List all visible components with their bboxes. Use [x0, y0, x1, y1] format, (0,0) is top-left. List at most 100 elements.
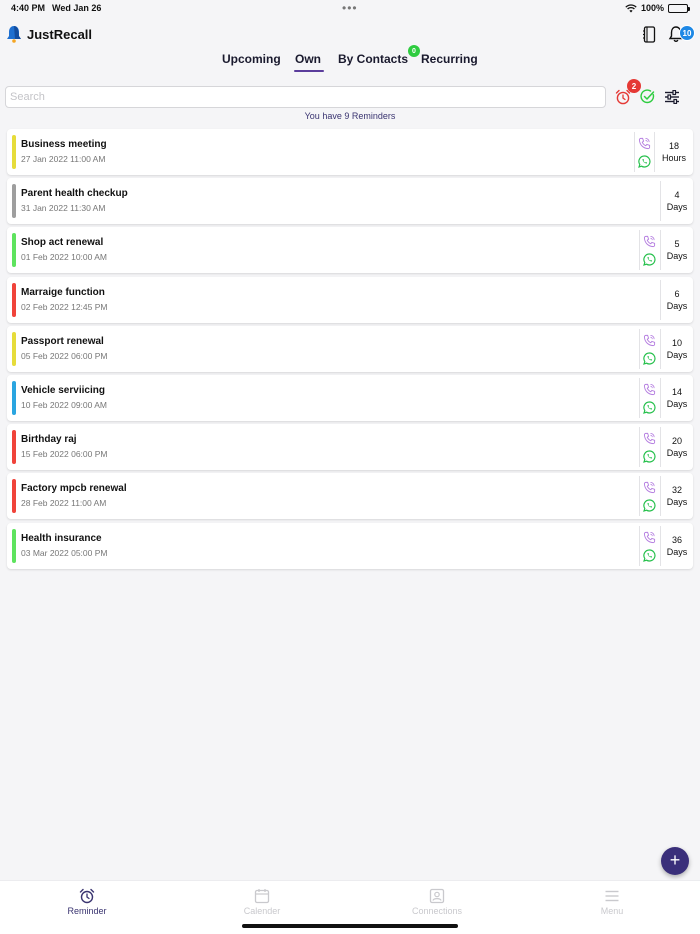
battery-icon — [668, 3, 690, 13]
by-contacts-count-badge: 0 — [408, 45, 420, 57]
whatsapp-icon[interactable] — [643, 352, 656, 365]
reminder-card[interactable]: Vehicle serviicing 10 Feb 2022 09:00 AM 14… — [7, 374, 693, 421]
time-remaining-unit: Days — [666, 251, 688, 262]
app-header: JustRecall 10 — [0, 22, 700, 48]
priority-color-bar — [12, 184, 16, 219]
priority-color-bar — [12, 479, 16, 514]
phone-call-icon[interactable] — [643, 531, 656, 544]
whatsapp-icon[interactable] — [643, 499, 656, 513]
reminder-card[interactable]: Business meeting 27 Jan 2022 11:00 AM 18 Ho… — [7, 129, 693, 175]
time-remaining-value: 36 — [671, 534, 682, 545]
tab-upcoming[interactable]: Upcoming — [222, 52, 281, 66]
reminder-title: Marraige function — [21, 286, 105, 298]
whatsapp-icon[interactable] — [643, 450, 656, 464]
time-remaining-value: 20 — [671, 436, 682, 447]
phone-call-icon[interactable] — [643, 432, 656, 445]
reminder-title: Factory mpcb renewal — [21, 483, 127, 495]
multitasking-dots-icon[interactable]: ••• — [342, 1, 358, 15]
status-time: 4:40 PM — [11, 3, 46, 13]
reminder-datetime: 01 Feb 2022 10:00 AM — [21, 252, 108, 263]
search-input[interactable] — [5, 86, 606, 108]
reminder-card[interactable]: Marraige function 02 Feb 2022 12:45 PM 6 Da… — [7, 276, 693, 323]
time-remaining: 4 Days — [661, 189, 693, 213]
reminder-datetime: 31 Jan 2022 11:30 AM — [21, 203, 106, 214]
priority-color-bar — [12, 430, 16, 465]
whatsapp-icon[interactable] — [643, 253, 656, 267]
completed-check-icon[interactable] — [640, 89, 655, 104]
battery-percent: 100% — [640, 3, 664, 13]
time-remaining-unit: Days — [666, 202, 688, 213]
nav-calendar[interactable]: Calender — [212, 888, 312, 916]
status-indicators: 100% — [625, 3, 690, 13]
contacts-book-icon[interactable] — [642, 26, 656, 43]
tab-by-contacts[interactable]: By Contacts — [338, 52, 408, 66]
nav-reminder-label: Reminder — [67, 906, 107, 916]
reminder-datetime: 10 Feb 2022 09:00 AM — [21, 399, 108, 410]
reminder-list: Business meeting 27 Jan 2022 11:00 AM 18 Ho… — [7, 129, 693, 572]
whatsapp-icon[interactable] — [643, 548, 656, 562]
tab-own[interactable]: Own — [295, 52, 321, 66]
phone-call-icon[interactable] — [643, 481, 656, 494]
reminder-datetime: 02 Feb 2022 12:45 PM — [21, 301, 108, 312]
whatsapp-icon[interactable] — [638, 155, 651, 168]
phone-call-icon[interactable] — [643, 334, 656, 347]
reminder-title: Shop act renewal — [21, 237, 104, 249]
time-remaining: 6 Days — [661, 288, 693, 312]
reminder-title: Birthday raj — [21, 434, 77, 446]
phone-call-icon[interactable] — [638, 137, 651, 150]
home-indicator[interactable] — [242, 924, 458, 928]
time-remaining: 36 Days — [661, 534, 693, 558]
reminder-card[interactable]: Factory mpcb renewal 28 Feb 2022 11:00 AM… — [7, 473, 693, 520]
filter-sliders-icon[interactable] — [664, 90, 680, 104]
reminder-card[interactable]: Birthday raj 15 Feb 2022 06:00 PM 20 Days — [7, 424, 693, 471]
priority-color-bar — [12, 233, 16, 268]
reminder-title: Health insurance — [21, 532, 102, 544]
nav-connections-label: Connections — [411, 906, 463, 916]
calendar-icon — [254, 889, 270, 904]
wifi-icon — [625, 3, 637, 12]
time-remaining-value: 6 — [674, 288, 680, 299]
nav-calendar-label: Calender — [243, 906, 281, 916]
time-remaining-unit: Days — [666, 546, 688, 557]
status-bar: 4:40 PM Wed Jan 26 ••• 100% — [0, 0, 700, 18]
add-reminder-button[interactable]: + — [661, 847, 689, 875]
hamburger-menu-icon — [605, 890, 619, 902]
reminder-card[interactable]: Shop act renewal 01 Feb 2022 10:00 AM 5 Day… — [7, 227, 693, 274]
reminder-count-text: You have 9 Reminders — [304, 111, 396, 121]
reminder-datetime: 05 Feb 2022 06:00 PM — [21, 350, 108, 361]
nav-reminder[interactable]: Reminder — [37, 888, 137, 916]
nav-menu-label: Menu — [600, 906, 624, 916]
time-remaining-value: 5 — [674, 239, 680, 250]
time-remaining-value: 32 — [671, 485, 682, 496]
notifications-button[interactable]: 10 — [668, 25, 695, 47]
phone-call-icon[interactable] — [643, 235, 656, 248]
nav-connections[interactable]: Connections — [387, 888, 487, 916]
reminder-datetime: 27 Jan 2022 11:00 AM — [21, 154, 106, 164]
whatsapp-icon[interactable] — [643, 401, 656, 414]
time-remaining-value: 18 — [668, 141, 679, 151]
nav-menu[interactable]: Menu — [562, 888, 662, 916]
time-remaining-value: 10 — [671, 337, 682, 348]
reminder-card[interactable]: Passport renewal 05 Feb 2022 06:00 PM 10 Da… — [7, 325, 693, 372]
reminder-title: Business meeting — [21, 139, 107, 150]
reminder-datetime: 03 Mar 2022 05:00 PM — [21, 547, 108, 558]
alarm-button[interactable]: 2 — [614, 79, 642, 108]
time-remaining-unit: Days — [666, 497, 688, 508]
priority-color-bar — [12, 282, 16, 317]
app-logo-bell-icon — [7, 26, 21, 43]
alarm-clock-icon — [79, 888, 95, 904]
time-remaining-unit: Days — [666, 349, 688, 360]
priority-color-bar — [12, 380, 16, 415]
reminder-title: Parent health checkup — [21, 188, 128, 200]
column-divider — [639, 476, 640, 517]
notification-count-badge: 10 — [679, 25, 695, 41]
reminder-card[interactable]: Parent health checkup 31 Jan 2022 11:30 A… — [7, 178, 693, 225]
column-divider — [639, 377, 640, 418]
reminder-card[interactable]: Health insurance 03 Mar 2022 05:00 PM 36 Da… — [7, 522, 693, 569]
time-remaining-unit: Hours — [661, 153, 686, 163]
priority-color-bar — [12, 528, 16, 563]
phone-call-icon[interactable] — [643, 383, 656, 396]
tab-recurring[interactable]: Recurring — [421, 52, 478, 66]
contact-card-icon — [429, 888, 445, 904]
reminder-datetime: 28 Feb 2022 11:00 AM — [21, 498, 107, 509]
